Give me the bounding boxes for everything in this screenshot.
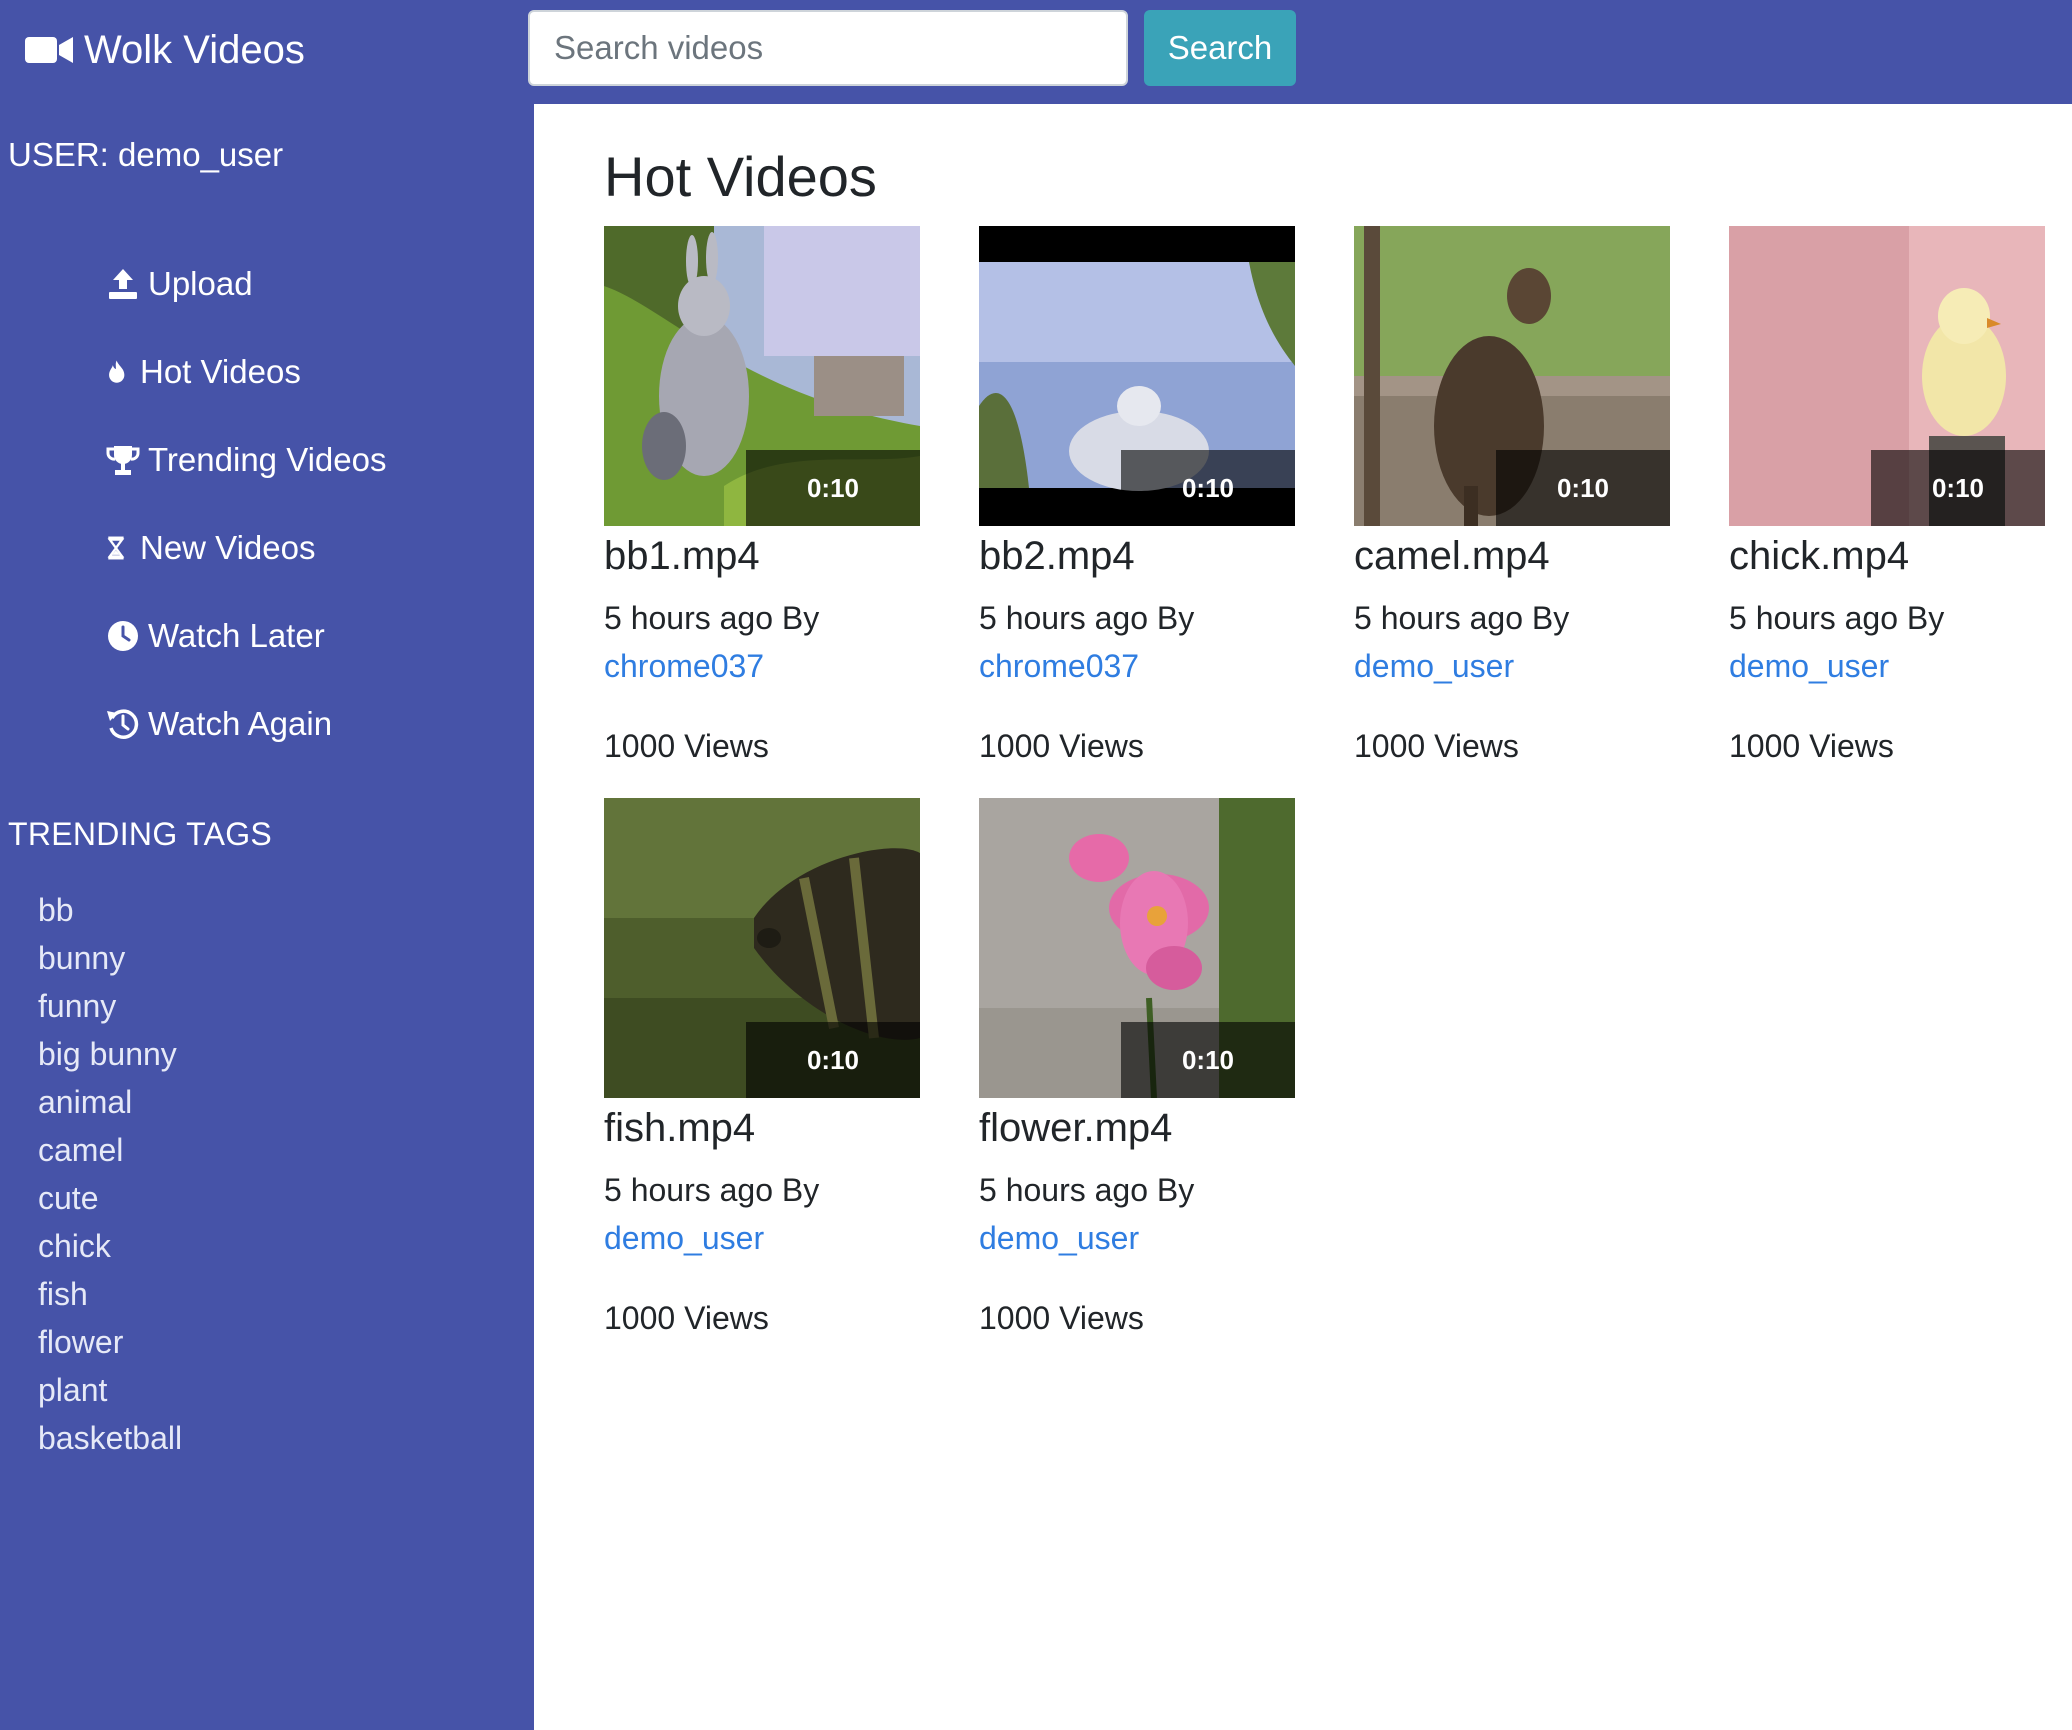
uploader-link[interactable]: chrome037	[979, 642, 1295, 690]
uploader-link[interactable]: demo_user	[1729, 642, 2045, 690]
upload-icon	[109, 269, 137, 299]
nav-trending-videos-label: Trending Videos	[148, 441, 387, 478]
tag-link[interactable]: chick	[38, 1222, 182, 1270]
tag-link[interactable]: flower	[38, 1318, 182, 1366]
page-title: Hot Videos	[604, 145, 877, 208]
nav-upload[interactable]: Upload	[106, 262, 253, 306]
nav-watch-again[interactable]: Watch Again	[106, 702, 332, 746]
video-title[interactable]: bb2.mp4	[979, 528, 1295, 584]
video-title[interactable]: flower.mp4	[979, 1100, 1295, 1156]
search-button[interactable]: Search	[1144, 10, 1296, 86]
video-thumbnail[interactable]: 0:10	[979, 226, 1295, 526]
tag-link[interactable]: bunny	[38, 934, 182, 982]
trending-tags-heading: TRENDING TAGS	[8, 816, 273, 852]
sidebar: USER: demo_user Upload Hot Videos Trendi…	[0, 104, 534, 1730]
video-duration: 0:10	[1871, 450, 2045, 526]
tag-link[interactable]: animal	[38, 1078, 182, 1126]
video-card: 0:10 bb1.mp4 5 hours ago By chrome037 10…	[604, 226, 920, 770]
video-views: 1000 Views	[1354, 728, 1519, 764]
search-input[interactable]	[528, 10, 1128, 86]
tag-link[interactable]: fish	[38, 1270, 182, 1318]
tag-link[interactable]: big bunny	[38, 1030, 182, 1078]
uploader-link[interactable]: chrome037	[604, 642, 920, 690]
uploader-link[interactable]: demo_user	[979, 1214, 1295, 1262]
video-card: 0:10 bb2.mp4 5 hours ago By chrome037 10…	[979, 226, 1295, 770]
nav-watch-later[interactable]: Watch Later	[106, 614, 325, 658]
nav-hot-videos[interactable]: Hot Videos	[106, 350, 301, 394]
video-card: 0:10 chick.mp4 5 hours ago By demo_user …	[1729, 226, 2045, 770]
video-title[interactable]: chick.mp4	[1729, 528, 2045, 584]
tag-link[interactable]: camel	[38, 1126, 182, 1174]
video-time-ago: 5 hours ago By	[604, 1172, 820, 1208]
nav-new-videos-label: New Videos	[140, 529, 316, 566]
video-views: 1000 Views	[979, 728, 1144, 764]
uploader-link[interactable]: demo_user	[604, 1214, 920, 1262]
tag-link[interactable]: funny	[38, 982, 182, 1030]
video-time-ago: 5 hours ago By	[604, 600, 820, 636]
video-duration: 0:10	[746, 1022, 920, 1098]
tag-link[interactable]: cute	[38, 1174, 182, 1222]
top-navbar: Wolk Videos Search	[0, 0, 2072, 104]
video-time-ago: 5 hours ago By	[1354, 600, 1570, 636]
video-duration: 0:10	[1121, 450, 1295, 526]
trophy-icon	[106, 446, 140, 475]
video-duration: 0:10	[1496, 450, 1670, 526]
video-time-ago: 5 hours ago By	[979, 1172, 1195, 1208]
video-views: 1000 Views	[1729, 728, 1894, 764]
video-card: 0:10 camel.mp4 5 hours ago By demo_user …	[1354, 226, 1670, 770]
video-thumbnail[interactable]: 0:10	[604, 226, 920, 526]
video-camera-icon	[25, 37, 73, 63]
video-views: 1000 Views	[604, 1300, 769, 1336]
video-thumbnail[interactable]: 0:10	[979, 798, 1295, 1098]
uploader-link[interactable]: demo_user	[1354, 642, 1670, 690]
hourglass-icon	[107, 536, 125, 560]
user-label: USER: demo_user	[8, 136, 284, 173]
video-thumbnail[interactable]: 0:10	[1354, 226, 1670, 526]
nav-trending-videos[interactable]: Trending Videos	[106, 438, 387, 482]
video-title[interactable]: camel.mp4	[1354, 528, 1670, 584]
history-icon	[107, 709, 139, 739]
video-thumbnail[interactable]: 0:10	[1729, 226, 2045, 526]
video-time-ago: 5 hours ago By	[979, 600, 1195, 636]
video-duration: 0:10	[1121, 1022, 1295, 1098]
video-card: 0:10 flower.mp4 5 hours ago By demo_user…	[979, 798, 1295, 1342]
video-views: 1000 Views	[604, 728, 769, 764]
nav-watch-again-label: Watch Again	[148, 705, 333, 742]
tag-link[interactable]: plant	[38, 1366, 182, 1414]
video-thumbnail[interactable]: 0:10	[604, 798, 920, 1098]
video-duration: 0:10	[746, 450, 920, 526]
trending-tags-list: bb bunny funny big bunny animal camel cu…	[38, 886, 182, 1462]
tag-link[interactable]: bb	[38, 886, 182, 934]
fire-icon	[109, 360, 125, 383]
video-title[interactable]: bb1.mp4	[604, 528, 920, 584]
video-card: 0:10 fish.mp4 5 hours ago By demo_user 1…	[604, 798, 920, 1342]
brand[interactable]: Wolk Videos	[24, 22, 305, 78]
video-time-ago: 5 hours ago By	[1729, 600, 1945, 636]
nav-watch-later-label: Watch Later	[148, 617, 325, 654]
tag-link[interactable]: basketball	[38, 1414, 182, 1462]
clock-icon	[108, 621, 138, 651]
video-views: 1000 Views	[979, 1300, 1144, 1336]
brand-name: Wolk Videos	[84, 27, 305, 72]
video-title[interactable]: fish.mp4	[604, 1100, 920, 1156]
nav-new-videos[interactable]: New Videos	[106, 526, 316, 570]
nav-hot-videos-label: Hot Videos	[140, 353, 301, 390]
nav-upload-label: Upload	[148, 265, 253, 302]
